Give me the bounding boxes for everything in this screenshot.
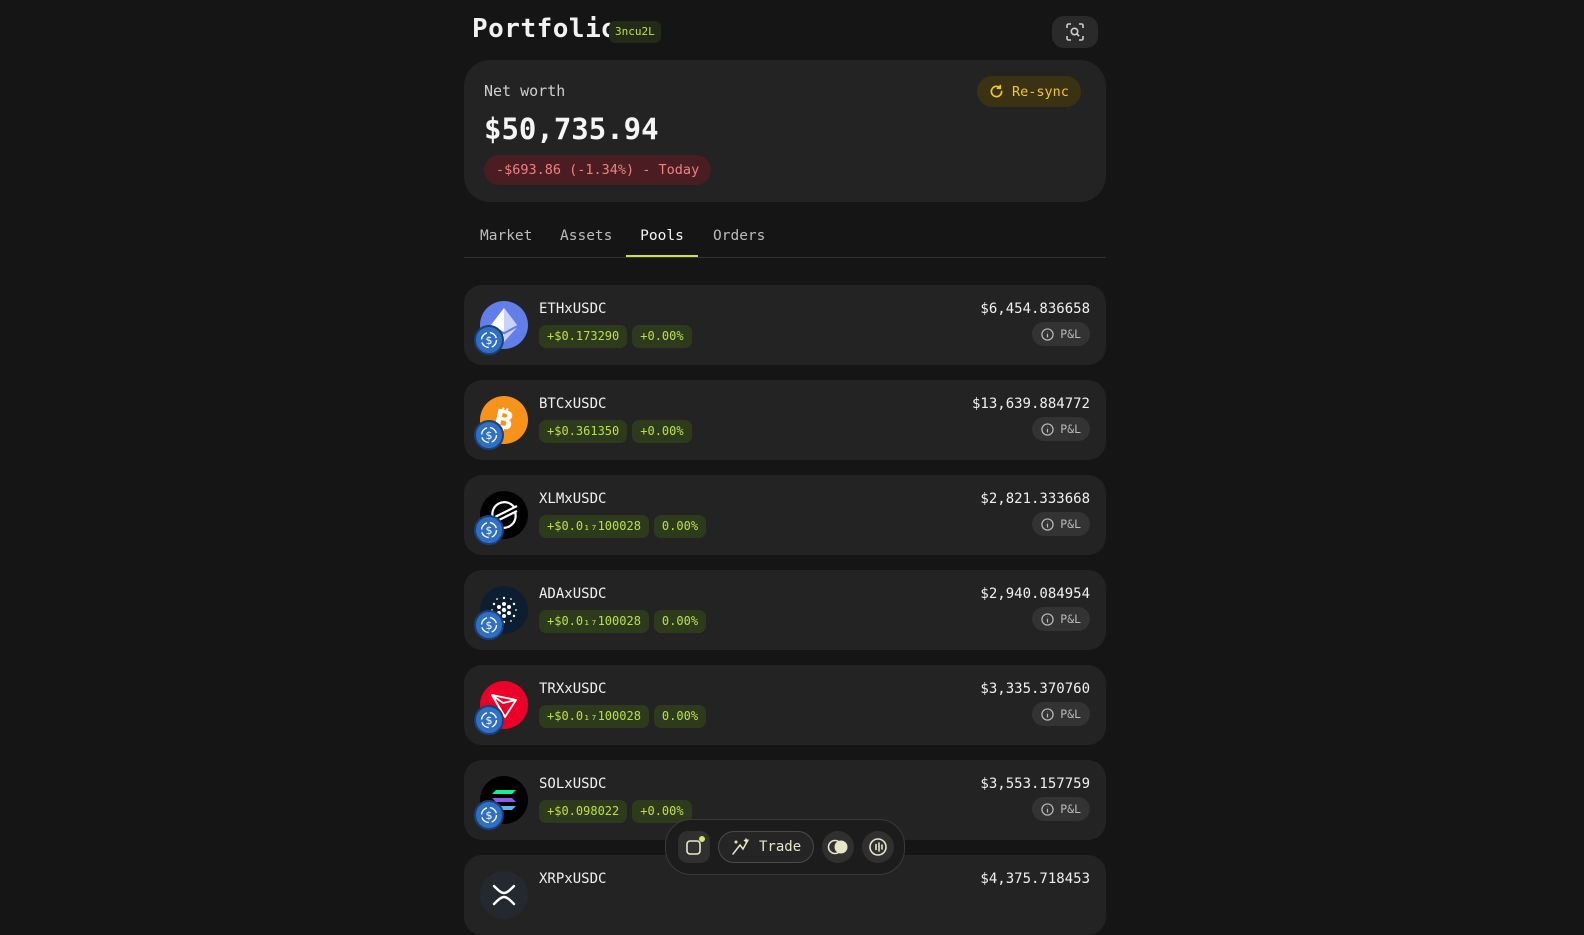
pool-pair: XLMxUSDC [539,491,607,507]
tab-orders[interactable]: Orders [713,228,765,257]
pnl-amount: +$0.0₁₇100028 [539,705,649,728]
pnl-label: P&L [1060,707,1081,721]
scan-button[interactable] [1052,16,1098,48]
pnl-label: P&L [1060,327,1081,341]
pool-row-eth[interactable]: $ ETHxUSDC +$0.173290 +0.00% $6,454.8366… [464,285,1106,365]
bottom-dock: Trade [665,819,905,875]
pnl-button[interactable]: P&L [1032,607,1090,631]
pool-value: $4,375.718453 [980,871,1090,887]
pnl-label: P&L [1060,422,1081,436]
tab-market[interactable]: Market [480,228,532,257]
broadcast-icon [869,838,887,856]
sparkle-icon [732,838,749,855]
overlap-circles-icon [827,839,848,855]
pool-pair: SOLxUSDC [539,776,607,792]
usdc-icon: $ [474,610,504,640]
page-title: Portfolio [472,14,618,44]
pool-row-xlm[interactable]: $ XLMxUSDC +$0.0₁₇100028 0.00% $2,821.33… [464,475,1106,555]
pool-value: $6,454.836658 [980,301,1090,317]
mix-button[interactable] [822,831,855,863]
pool-pair: ADAxUSDC [539,586,607,602]
pnl-percent: +0.00% [632,325,692,348]
new-window-button[interactable] [678,831,710,863]
pool-pair: ETHxUSDC [539,301,607,317]
resync-label: Re-sync [1012,83,1069,100]
scan-icon [1066,23,1084,41]
header: Portfolio 3ncu2L [464,0,1106,60]
net-worth-card: Net worth $50,735.94 -$693.86 (-1.34%) -… [464,60,1106,202]
pnl-percent: 0.00% [653,515,707,538]
info-icon [1041,517,1054,531]
info-icon [1041,707,1054,721]
pool-pair: XRPxUSDC [539,871,607,887]
pool-pair: BTCxUSDC [539,396,607,412]
refresh-icon [990,84,1003,98]
xrp-icon [480,871,528,919]
tab-pools[interactable]: Pools [626,228,698,257]
tab-bar: Market Assets Pools Orders [464,222,1106,258]
pnl-amount: +$0.098022 [539,800,628,823]
pool-value: $13,639.884772 [971,396,1090,412]
pool-row-btc[interactable]: B $ BTCxUSDC +$0.361350 +0.00% $13,639.8… [464,380,1106,460]
pnl-amount: +$0.0₁₇100028 [539,515,649,538]
svg-text:$: $ [486,809,493,822]
svg-text:$: $ [486,619,493,632]
pnl-label: P&L [1060,802,1081,816]
pool-row-ada[interactable]: $ ADAxUSDC +$0.0₁₇100028 0.00% $2,940.08… [464,570,1106,650]
trade-button[interactable]: Trade [718,831,815,863]
svg-text:$: $ [486,714,493,727]
svg-text:$: $ [486,429,493,442]
pnl-amount: +$0.173290 [539,325,628,348]
pool-pair: TRXxUSDC [539,681,607,697]
info-icon [1041,612,1054,626]
pnl-button[interactable]: P&L [1032,797,1090,821]
pnl-button[interactable]: P&L [1032,512,1090,536]
pnl-label: P&L [1060,612,1081,626]
net-worth-change: -$693.86 (-1.34%) - Today [484,155,712,185]
pnl-percent: 0.00% [653,610,707,633]
pool-value: $2,940.084954 [980,586,1090,602]
trade-label: Trade [759,839,802,855]
pnl-amount: +$0.361350 [539,420,628,443]
usdc-icon: $ [474,705,504,735]
svg-text:$: $ [486,334,493,347]
wallet-badge[interactable]: 3ncu2L [609,21,661,43]
info-icon [1041,327,1054,341]
resync-button[interactable]: Re-sync [977,76,1081,107]
pnl-percent: +0.00% [632,420,692,443]
broadcast-button[interactable] [862,831,895,863]
pool-value: $3,335.370760 [980,681,1090,697]
tab-assets[interactable]: Assets [560,228,612,257]
net-worth-label: Net worth [484,82,566,100]
pool-row-trx[interactable]: $ TRXxUSDC +$0.0₁₇100028 0.00% $3,335.37… [464,665,1106,745]
pool-value: $3,553.157759 [980,776,1090,792]
usdc-icon: $ [474,800,504,830]
portfolio-app: Portfolio 3ncu2L Net worth $50,735.94 -$… [464,0,1106,935]
pnl-button[interactable]: P&L [1032,322,1090,346]
pnl-percent: 0.00% [653,705,707,728]
info-icon [1041,422,1054,436]
svg-text:$: $ [486,524,493,537]
usdc-icon: $ [474,420,504,450]
notification-dot [699,836,705,842]
net-worth-value: $50,735.94 [484,112,659,146]
usdc-icon: $ [474,515,504,545]
pnl-button[interactable]: P&L [1032,702,1090,726]
pnl-label: P&L [1060,517,1081,531]
pnl-button[interactable]: P&L [1032,417,1090,441]
info-icon [1041,802,1054,816]
usdc-icon: $ [474,325,504,355]
pnl-amount: +$0.0₁₇100028 [539,610,649,633]
pool-value: $2,821.333668 [980,491,1090,507]
